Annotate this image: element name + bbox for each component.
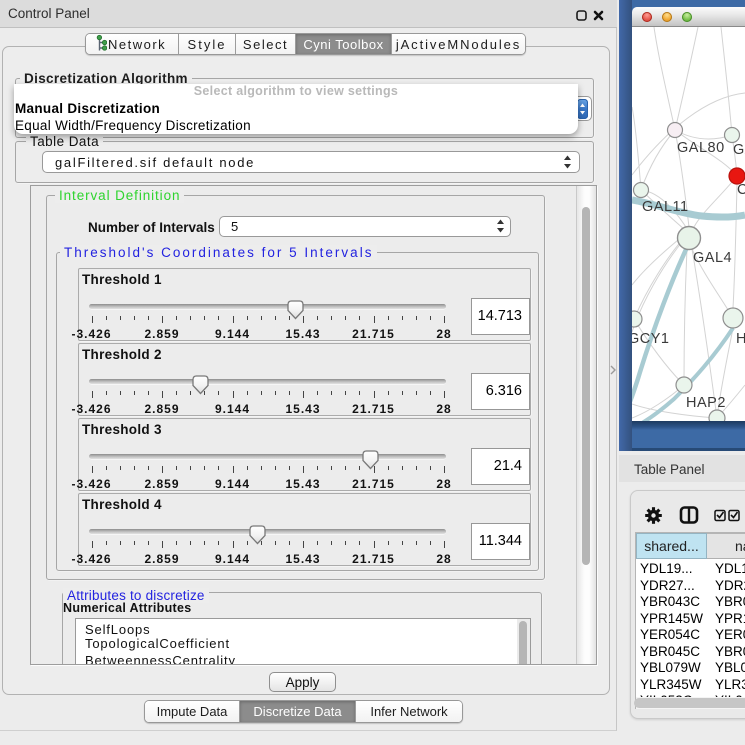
svg-text:HAP2: HAP2 bbox=[686, 395, 726, 411]
svg-text:GAL80: GAL80 bbox=[677, 140, 725, 156]
svg-text:GA: GA bbox=[733, 142, 745, 158]
svg-text:C: C bbox=[737, 182, 745, 198]
svg-text:H: H bbox=[736, 331, 745, 347]
svg-text:GAL4: GAL4 bbox=[693, 250, 732, 266]
svg-text:GAL11: GAL11 bbox=[642, 199, 689, 215]
svg-text:GCY1: GCY1 bbox=[632, 331, 670, 347]
